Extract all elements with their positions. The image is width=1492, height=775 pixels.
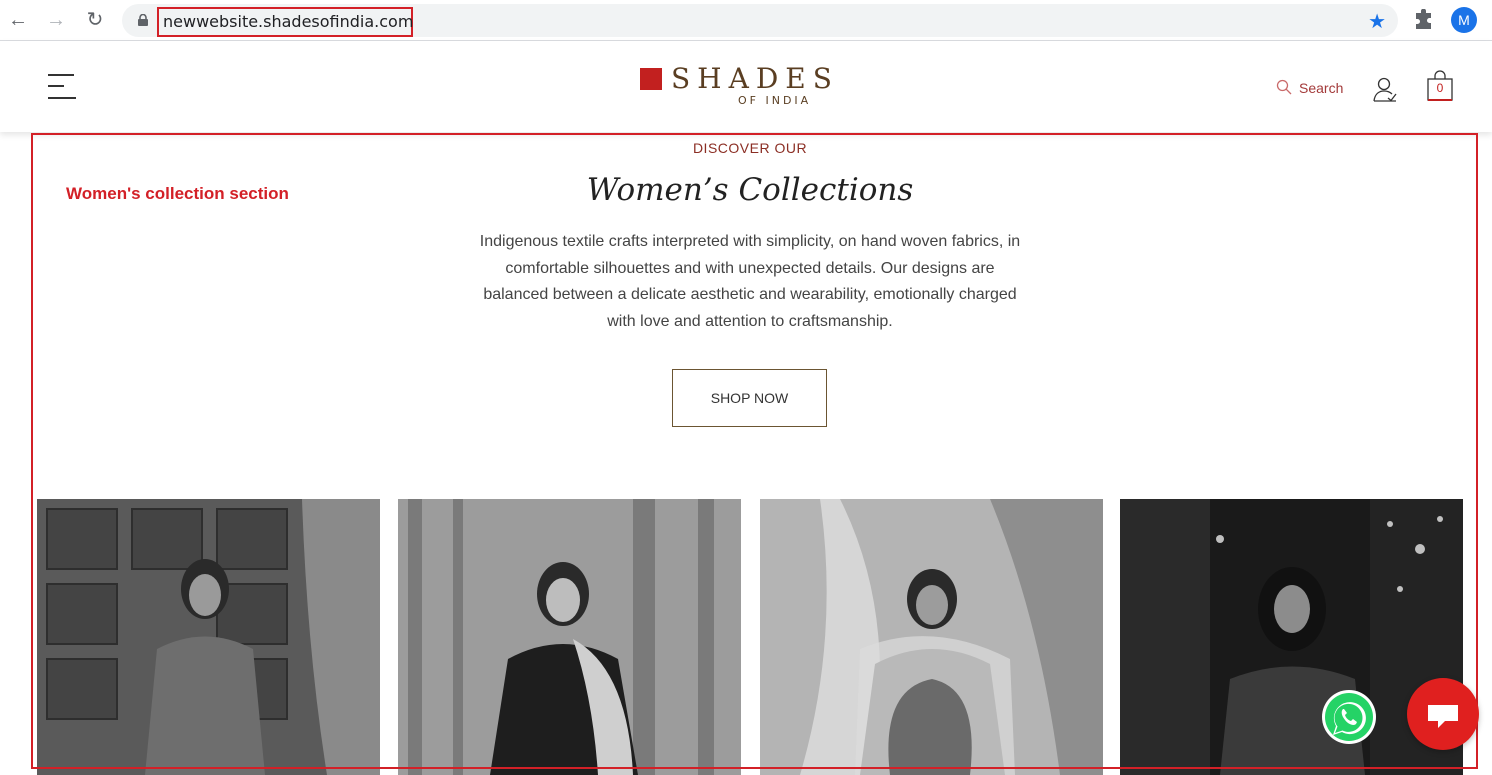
product-card-1[interactable]: [37, 499, 380, 775]
live-chat-button[interactable]: [1407, 678, 1479, 750]
logo-mark: [640, 68, 662, 90]
product-card-3[interactable]: [760, 499, 1103, 775]
section-description: Indigenous textile crafts interpreted wi…: [479, 233, 1021, 330]
address-bar[interactable]: newwebsite.shadesofindia.com ★: [122, 4, 1398, 37]
search-label: Search: [1299, 80, 1344, 96]
extensions-puzzle-icon[interactable]: [1413, 9, 1435, 31]
browser-toolbar: ← → ↻ newwebsite.shadesofindia.com ★ M: [0, 0, 1492, 41]
forward-arrow-icon[interactable]: →: [44, 8, 68, 32]
lock-icon: [138, 14, 148, 26]
bookmark-star-icon[interactable]: ★: [1368, 9, 1386, 34]
logo-subtitle: OF INDIA: [738, 94, 812, 107]
back-arrow-icon[interactable]: ←: [6, 8, 30, 32]
site-header: SHADES OF INDIA Search 0: [0, 41, 1492, 132]
cart-count-badge: 0: [1436, 81, 1444, 95]
profile-avatar[interactable]: M: [1451, 7, 1477, 33]
shopping-bag-icon[interactable]: 0: [1427, 70, 1453, 102]
product-image: [760, 499, 1103, 775]
hamburger-menu-icon[interactable]: [48, 72, 78, 102]
reload-icon[interactable]: ↻: [83, 8, 107, 32]
section-eyebrow: DISCOVER OUR: [692, 140, 808, 156]
shop-now-button[interactable]: SHOP NOW: [672, 369, 827, 427]
logo-wordmark: SHADES: [671, 62, 839, 95]
product-image: [37, 499, 380, 775]
search-icon: [1276, 79, 1292, 95]
product-image: [398, 499, 741, 775]
chat-bubble-icon: [1428, 705, 1458, 728]
whatsapp-icon[interactable]: [1320, 688, 1378, 746]
annotation-label: Women's collection section: [66, 184, 289, 203]
url-text[interactable]: newwebsite.shadesofindia.com: [163, 12, 413, 31]
product-card-2[interactable]: [398, 499, 741, 775]
user-account-icon[interactable]: [1372, 76, 1398, 102]
brand-logo[interactable]: SHADES OF INDIA: [640, 62, 832, 108]
